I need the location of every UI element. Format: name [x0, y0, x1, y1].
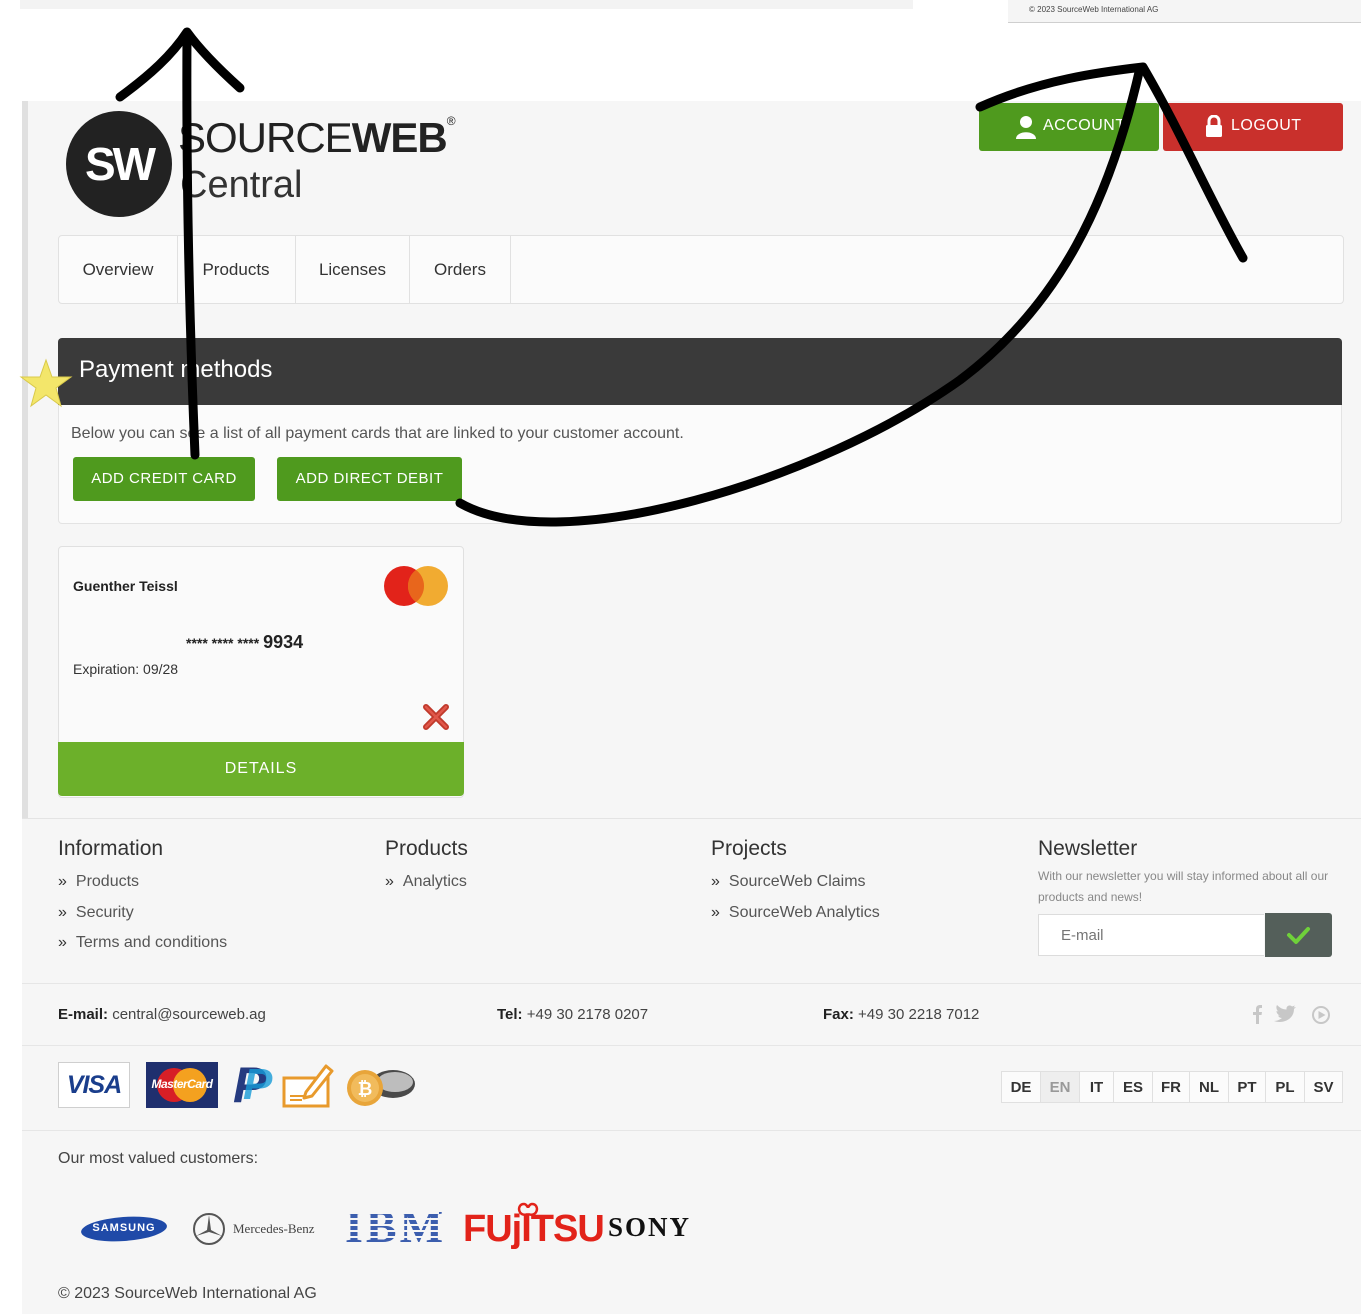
footer-copyright: © 2023 SourceWeb International AG: [58, 1285, 317, 1302]
mastercard-logo: MasterCard: [146, 1062, 218, 1108]
tab-products[interactable]: Products: [177, 236, 296, 303]
registered-mark: ®: [446, 114, 456, 128]
card-number: **** **** **** 9934: [186, 632, 303, 653]
tab-overview[interactable]: Overview: [59, 236, 178, 303]
mercedes-text: Mercedes-Benz: [233, 1221, 315, 1236]
logo-brand-bold: WEB: [351, 114, 448, 161]
social-links: [1248, 1002, 1334, 1028]
lock-icon: [1205, 114, 1223, 142]
newsletter-text: With our newsletter you will stay inform…: [1038, 869, 1329, 904]
fujitsu-logo: FUjITSU: [463, 1198, 605, 1258]
user-icon: [1015, 115, 1037, 144]
samsung-logo: SAMSUNG: [80, 1214, 168, 1244]
youtube-icon[interactable]: [1312, 1006, 1330, 1024]
visa-logo: VISA: [58, 1062, 130, 1108]
card-number-last4: 9934: [263, 632, 304, 652]
main-nav: Overview Products Licenses Orders: [58, 235, 1344, 304]
checkmark-icon: [1287, 927, 1310, 944]
lang-fr[interactable]: FR: [1152, 1071, 1190, 1103]
footer-information-title: Information: [58, 837, 164, 860]
page-left-border: [22, 101, 28, 818]
lang-pl[interactable]: PL: [1265, 1071, 1305, 1103]
lang-en-active[interactable]: EN: [1040, 1071, 1080, 1103]
lang-it[interactable]: IT: [1079, 1071, 1114, 1103]
lang-de[interactable]: DE: [1001, 1071, 1041, 1103]
fax-value: +49 30 2218 7012: [858, 1006, 980, 1023]
logo-brand[interactable]: SOURCEWEB®: [178, 114, 456, 162]
fujitsu-text: FUjITSU: [463, 1208, 605, 1250]
ibm-logo: IBM: [345, 1204, 443, 1250]
mastercard-logo-text: MasterCard: [151, 1077, 213, 1091]
email-value[interactable]: central@sourceweb.ag: [112, 1006, 266, 1023]
mercedes-icon: [192, 1212, 226, 1246]
svg-text:₿: ₿: [358, 1079, 373, 1099]
sony-logo: SONY: [608, 1212, 692, 1242]
payment-description: Below you can see a list of all payment …: [71, 425, 684, 442]
paypal-logo: P P: [229, 1057, 273, 1113]
footer-divider-2: [22, 983, 1361, 984]
footer-link-terms[interactable]: Terms and conditions: [58, 934, 227, 952]
tab-licenses[interactable]: Licenses: [296, 236, 410, 303]
footer-link-sourceweb-analytics[interactable]: SourceWeb Analytics: [711, 904, 880, 922]
tel-value: +49 30 2178 0207: [526, 1006, 649, 1023]
footer-products-title: Products: [385, 837, 468, 860]
card-holder-name: Guenther Teissl: [73, 578, 178, 594]
logout-button[interactable]: LOGOUT: [1163, 103, 1343, 151]
footer-divider-4: [22, 1130, 1361, 1131]
bitcoin-icon: ₿: [343, 1062, 419, 1108]
add-credit-card-button[interactable]: ADD CREDIT CARD: [73, 457, 255, 501]
payment-methods-header: Payment methods: [58, 338, 1342, 405]
paypal-mark-2: P: [243, 1060, 273, 1109]
twitter-icon[interactable]: [1274, 1005, 1296, 1022]
facebook-icon[interactable]: [1253, 1005, 1262, 1024]
logo-brand-light: SOURCE: [178, 114, 353, 161]
contact-tel: Tel: +49 30 2178 0207: [497, 1006, 648, 1023]
fax-label: Fax:: [823, 1006, 854, 1023]
account-button[interactable]: ACCOUNT: [979, 103, 1159, 151]
contact-fax: Fax: +49 30 2218 7012: [823, 1006, 979, 1023]
footer-link-security[interactable]: Security: [58, 904, 134, 922]
footer-link-products[interactable]: Products: [58, 873, 139, 891]
logo-subtitle: Central: [180, 164, 303, 206]
footer-link-claims[interactable]: SourceWeb Claims: [711, 873, 866, 891]
tab-orders[interactable]: Orders: [410, 236, 511, 303]
contact-email: E-mail: central@sourceweb.ag: [58, 1006, 266, 1023]
star-icon: [18, 356, 74, 412]
footer-projects-title: Projects: [711, 837, 787, 860]
newsletter-email-input[interactable]: [1038, 914, 1264, 956]
cheque-icon: [282, 1060, 334, 1110]
top-right-fragment: © 2023 SourceWeb International AG: [1008, 0, 1361, 23]
footer-divider: [22, 818, 1361, 819]
email-label: E-mail:: [58, 1006, 109, 1023]
tel-label: Tel:: [497, 1006, 523, 1023]
samsung-text: SAMSUNG: [92, 1222, 156, 1234]
top-strip: [20, 0, 913, 9]
top-copyright: © 2023 SourceWeb International AG: [1029, 5, 1159, 14]
lang-pt[interactable]: PT: [1228, 1071, 1266, 1103]
add-direct-debit-button[interactable]: ADD DIRECT DEBIT: [277, 457, 462, 501]
account-label: ACCOUNT: [1043, 117, 1126, 134]
visa-text: VISA: [66, 1071, 122, 1099]
mastercard-icon: [382, 565, 450, 607]
card-expiration: Expiration: 09/28: [73, 661, 179, 677]
lang-es[interactable]: ES: [1113, 1071, 1153, 1103]
logo-mark[interactable]: SW: [66, 111, 172, 217]
footer-link-analytics[interactable]: Analytics: [385, 873, 467, 891]
card-details-button[interactable]: DETAILS: [58, 742, 464, 796]
footer-divider-3: [22, 1045, 1361, 1046]
customers-label: Our most valued customers:: [58, 1150, 259, 1167]
footer-newsletter-title: Newsletter: [1038, 837, 1138, 860]
payment-methods-title: Payment methods: [79, 356, 273, 383]
lang-sv[interactable]: SV: [1304, 1071, 1343, 1103]
close-icon[interactable]: [422, 703, 450, 731]
newsletter-submit-button[interactable]: [1265, 913, 1332, 957]
lang-nl[interactable]: NL: [1189, 1071, 1229, 1103]
logout-label: LOGOUT: [1231, 117, 1302, 134]
card-number-masked: **** **** ****: [186, 635, 260, 651]
